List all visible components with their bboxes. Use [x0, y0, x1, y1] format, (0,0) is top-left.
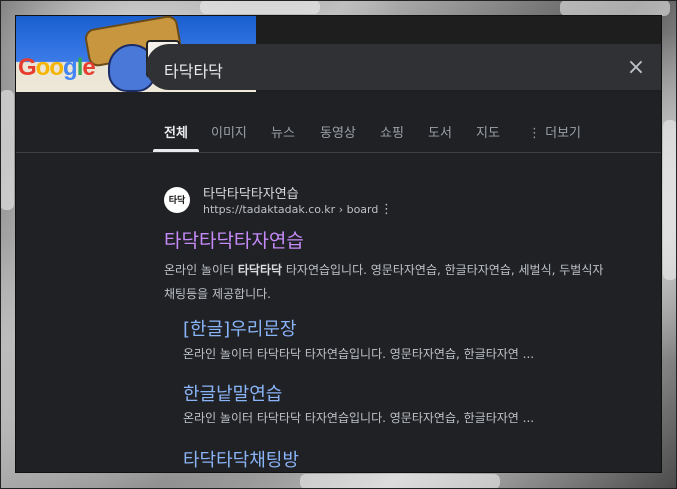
snippet-highlight: 타닥타닥	[237, 263, 283, 277]
sitelink-description: 온라인 놀이터 타닥타닥 타자연습입니다. 영문타자연습, 한글타자연 ...	[183, 347, 535, 361]
logo-letter: o	[35, 54, 51, 81]
more-vert-icon: ⋮	[528, 126, 541, 141]
logo-letter: G	[18, 54, 37, 81]
google-logo: Google	[18, 54, 96, 82]
logo-letter: e	[82, 54, 95, 81]
result-title-link[interactable]: 타닥타닥타자연습	[164, 226, 304, 253]
search-bar[interactable]	[146, 44, 661, 90]
snippet-text: 온라인 놀이터	[164, 263, 238, 277]
result-site-name[interactable]: 타닥타닥타자연습	[203, 183, 299, 202]
result-url[interactable]: https://tadaktadak.co.kr › board	[203, 203, 378, 216]
tab-images[interactable]: 이미지	[211, 122, 247, 141]
search-input[interactable]: 타닥타닥	[164, 58, 223, 82]
logo-letter: g	[63, 54, 78, 81]
tab-shopping[interactable]: 쇼핑	[380, 122, 404, 141]
search-results-panel: Google 타닥타닥 × 전체 이미지 뉴스 동영상 쇼핑 도서 지도 ⋮ 더…	[16, 16, 661, 472]
more-options-icon[interactable]: ⋮	[380, 202, 393, 217]
sitelink-title[interactable]: [한글]우리문장	[183, 315, 296, 341]
close-icon[interactable]: ×	[624, 56, 648, 80]
tab-more-label: 더보기	[545, 126, 582, 141]
tab-more[interactable]: ⋮ 더보기	[528, 122, 581, 141]
tab-all[interactable]: 전체	[164, 122, 188, 141]
site-favicon[interactable]: 타닥	[164, 187, 190, 213]
tab-maps[interactable]: 지도	[476, 122, 500, 141]
sitelink-description: 온라인 놀이터 타닥타닥 타자연습입니다. 영문타자연습, 한글타자연 ...	[183, 411, 535, 425]
snippet-text: 타자연습입니다. 영문타자연습, 한글타자연습, 세벌식, 두벌식자	[282, 263, 604, 277]
logo-letter: o	[49, 54, 64, 81]
snippet-line: 채팅등을 제공합니다.	[164, 287, 271, 301]
sitelink-title[interactable]: 타닥타닥채팅방	[183, 446, 299, 472]
search-tabs: 전체 이미지 뉴스 동영상 쇼핑 도서 지도 ⋮ 더보기	[16, 116, 661, 153]
result-snippet: 온라인 놀이터 타닥타닥 타자연습입니다. 영문타자연습, 한글타자연습, 세벌…	[164, 258, 661, 306]
tab-books[interactable]: 도서	[428, 122, 452, 141]
sitelink-title[interactable]: 한글낱말연습	[183, 380, 282, 406]
tab-news[interactable]: 뉴스	[271, 122, 295, 141]
tab-videos[interactable]: 동영상	[320, 122, 356, 141]
active-tab-indicator	[153, 149, 199, 152]
